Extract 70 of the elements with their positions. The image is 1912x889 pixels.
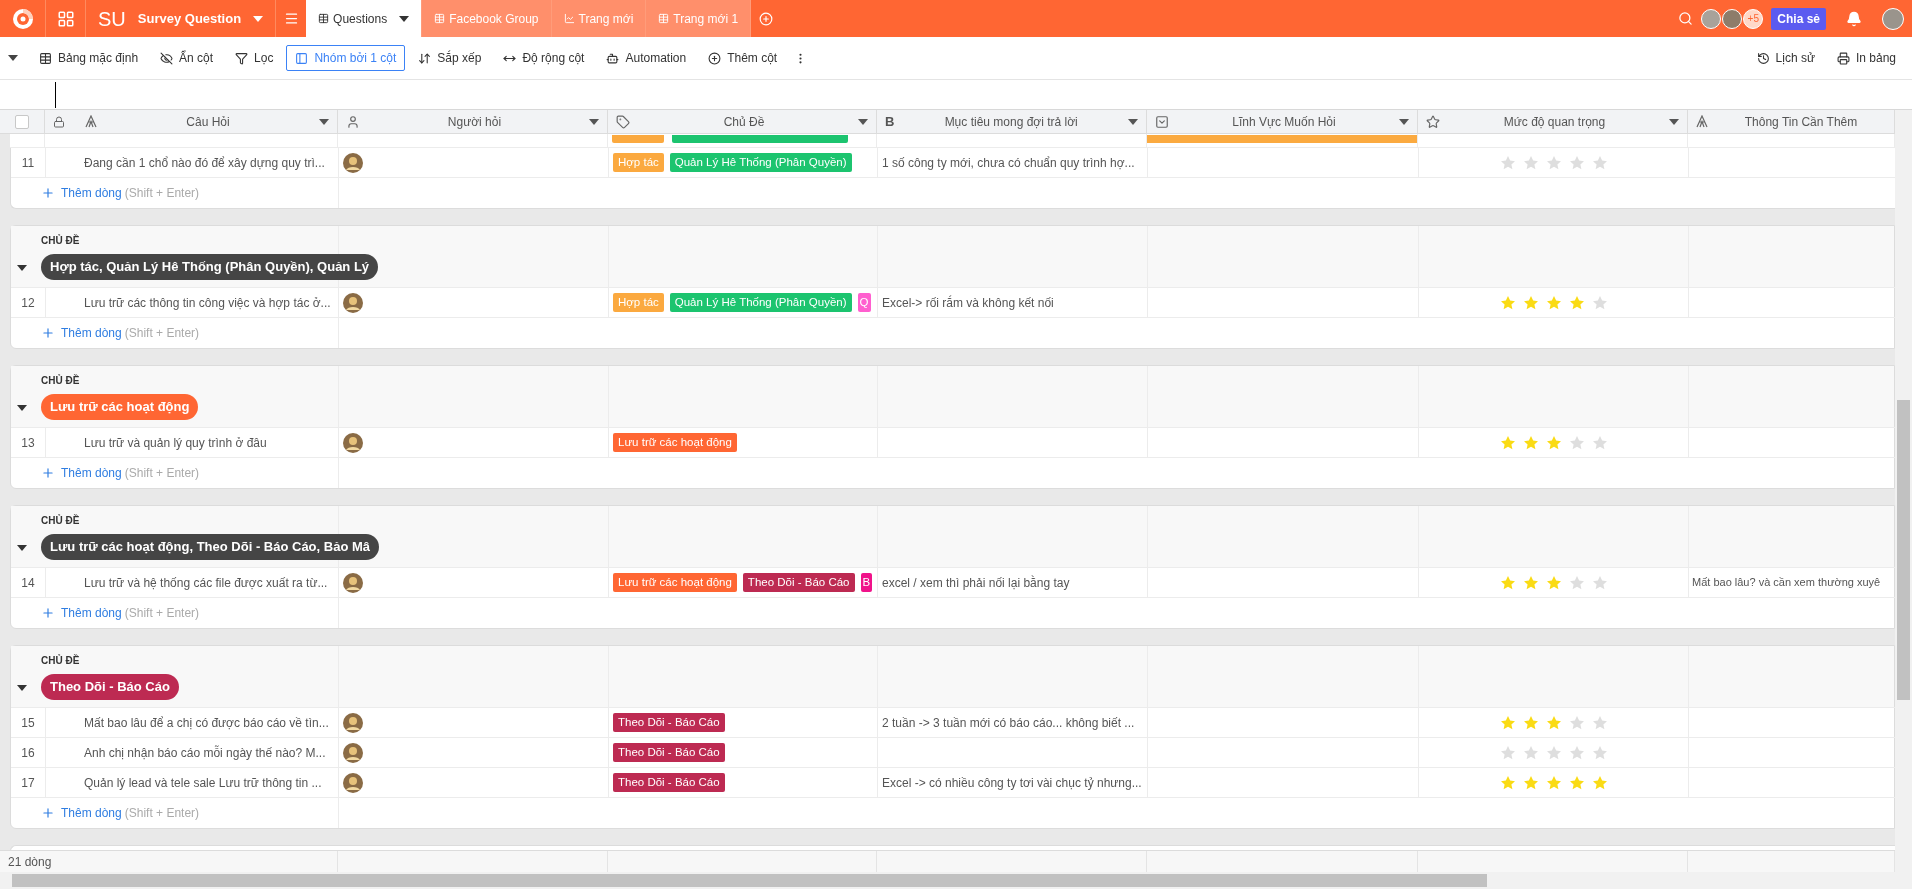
shortcut-hint: (Shift + Enter): [124, 325, 200, 342]
table-cell: Mất bao lâu để a chị có được báo cáo về tìn...: [46, 708, 339, 738]
toolbar-button[interactable]: Độ rộng cột: [494, 45, 594, 71]
row-number: 13: [11, 428, 46, 458]
view-tab[interactable]: Questions: [306, 0, 423, 37]
group-field-label: CHỦ ĐỀ: [41, 373, 81, 388]
row-number: 15: [11, 708, 46, 738]
tag: Quản Lý Hê Thống (Phân Quyền): [669, 292, 852, 313]
table-cell: Lưu trữ các thông tin công việc và hợp tác ở...: [46, 288, 339, 318]
table-cell: Lưu trữ và quản lý quy trình ở đâu: [46, 428, 339, 458]
group-value-pill: Lưu trữ các hoạt động, Theo Dõi - Báo Cáo, Bảo Mâ: [41, 534, 379, 560]
add-row-button[interactable]: Thêm dòng (Shift + Enter): [41, 464, 200, 482]
tag: Lưu trữ các hoạt động: [613, 572, 737, 593]
column-header[interactable]: Người hỏi: [338, 110, 608, 133]
table-cell: Lưu trữ và hệ thống các file được xuất ra từ...: [46, 568, 339, 598]
group-field-label: CHỦ ĐỀ: [41, 653, 81, 668]
table-cell: Excel -> có nhiều công ty tơi vài chục tỷ nhưng...: [878, 768, 1148, 798]
shortcut-hint: (Shift + Enter): [124, 465, 200, 482]
shortcut-hint: (Shift + Enter): [124, 185, 200, 202]
toolbar-button[interactable]: Lịch sử: [1748, 45, 1823, 71]
add-row-button[interactable]: Thêm dòng (Shift + Enter): [41, 804, 200, 822]
tag: Hợp tác: [613, 292, 664, 313]
row-count: 21 dòng: [8, 853, 52, 871]
add-row-button[interactable]: Thêm dòng (Shift + Enter): [41, 184, 200, 202]
tag: Quản Lý Hê Thống (Phân Quyền): [669, 152, 852, 173]
toolbar-button[interactable]: Sắp xếp: [409, 45, 491, 71]
tag: Hợp tác: [613, 152, 664, 173]
add-row-button[interactable]: Thêm dòng (Shift + Enter): [41, 604, 200, 622]
row-number: 11: [11, 148, 46, 178]
row-number: 17: [11, 768, 46, 798]
row-number: 14: [11, 568, 46, 598]
toolbar-button[interactable]: Thêm cột: [699, 45, 787, 71]
toolbar-button[interactable]: Nhóm bởi 1 cột: [286, 45, 406, 71]
table-cell: Excel-> rối rắm và không kết nối: [878, 288, 1148, 318]
tag: B: [860, 572, 873, 593]
tag: Theo Dõi - Báo Cáo: [742, 572, 855, 593]
base-initials: SU: [98, 6, 126, 32]
group-value-pill: Lưu trữ các hoạt động: [41, 394, 199, 420]
row-number: 16: [11, 738, 46, 768]
table-cell: excel / xem thì phải nối lại bằng tay: [878, 568, 1148, 598]
group-field-label: CHỦ ĐỀ: [41, 233, 81, 248]
column-header[interactable]: Lĩnh Vực Muốn Hỏi: [1147, 110, 1418, 133]
tag: Lưu trữ các hoạt động: [613, 432, 737, 453]
table-cell: 1 số công ty mới, chưa có chuẩn quy trình hợ...: [878, 148, 1148, 178]
toolbar-button[interactable]: Bảng mặc định: [30, 45, 148, 71]
tag: Theo Dõi - Báo Cáo: [613, 712, 725, 733]
column-header[interactable]: Chủ Đề: [608, 110, 877, 133]
toolbar-button[interactable]: Ẩn cột: [151, 45, 223, 71]
toolbar-button[interactable]: In bảng: [1828, 45, 1904, 71]
group-field-label: CHỦ ĐỀ: [41, 513, 81, 528]
table-cell: Anh chị nhận báo cáo mỗi ngày thế nào? M...: [46, 738, 339, 768]
table-cell: Quản lý lead và tele sale Lưu trữ thông tin ...: [46, 768, 339, 798]
tag: Q: [857, 292, 871, 313]
group-value-pill: Hợp tác, Quản Lý Hê Thống (Phân Quyền), Quản Lý: [41, 254, 379, 280]
tag: Theo Dõi - Báo Cáo: [613, 772, 725, 793]
column-header[interactable]: Câu Hỏi: [45, 110, 338, 133]
row-number: 12: [11, 288, 46, 318]
table-cell: Đang cần 1 chổ nào đó để xây dựng quy trì...: [46, 148, 339, 178]
shortcut-hint: (Shift + Enter): [124, 805, 200, 822]
column-header[interactable]: Mức độ quan trọng: [1418, 110, 1688, 133]
column-header[interactable]: B Mục tiêu mong đợi trả lời: [877, 110, 1147, 133]
shortcut-hint: (Shift + Enter): [124, 605, 200, 622]
share-button[interactable]: Chia sẻ: [1771, 7, 1826, 30]
toolbar-button[interactable]: Automation: [597, 45, 696, 71]
column-type-icon: B: [885, 111, 895, 132]
group-value-pill: Theo Dõi - Báo Cáo: [41, 674, 179, 700]
table-cell: 2 tuần -> 3 tuần mới có báo cáo... không biết ...: [878, 708, 1148, 738]
add-row-button[interactable]: Thêm dòng (Shift + Enter): [41, 324, 200, 342]
toolbar-button[interactable]: Lọc: [226, 45, 283, 71]
tag: Theo Dõi - Báo Cáo: [613, 742, 725, 763]
